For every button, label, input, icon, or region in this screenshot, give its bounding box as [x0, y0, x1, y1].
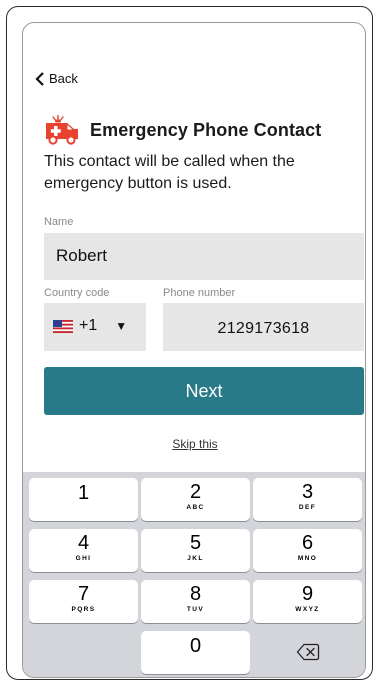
key-letters: JKL — [187, 555, 204, 562]
next-button[interactable]: Next — [44, 367, 364, 415]
numeric-keypad: 1 2 ABC 3 DEF 4 GHI 5 JKL 6 MNO 7 PQRS 8… — [23, 472, 365, 677]
key-digit: 9 — [301, 583, 314, 605]
back-label: Back — [49, 71, 78, 86]
keypad-key-1[interactable]: 1 — [29, 478, 138, 521]
key-digit: 6 — [301, 532, 314, 554]
keypad-key-0[interactable]: 0 — [141, 631, 250, 674]
skip-link[interactable]: Skip this — [23, 437, 365, 451]
keypad-key-7[interactable]: 7 PQRS — [29, 580, 138, 623]
phone-number-value: 2129173618 — [217, 320, 310, 337]
keypad-key-5[interactable]: 5 JKL — [141, 529, 250, 572]
title-row: Emergency Phone Contact — [44, 115, 321, 145]
country-code-select[interactable]: +1 ▼ — [44, 303, 146, 351]
key-digit: 4 — [77, 532, 90, 554]
key-letters: ABC — [186, 504, 205, 511]
name-label: Name — [44, 216, 74, 228]
key-digit: 5 — [189, 532, 202, 554]
name-field[interactable]: Robert — [44, 233, 364, 280]
phone-number-field[interactable]: 2129173618 — [163, 303, 364, 351]
page-subtitle: This contact will be called when the eme… — [44, 153, 295, 192]
key-digit: 3 — [301, 481, 314, 503]
chevron-left-icon — [35, 71, 44, 86]
ambulance-icon — [46, 115, 78, 145]
key-letters: TUV — [186, 606, 205, 613]
key-letters: DEF — [298, 504, 317, 511]
keypad-key-4[interactable]: 4 GHI — [29, 529, 138, 572]
name-value: Robert — [56, 246, 108, 265]
backspace-icon[interactable] — [296, 643, 320, 661]
key-digit: 0 — [189, 635, 202, 657]
key-digit: 1 — [77, 482, 90, 504]
key-letters: GHI — [75, 555, 92, 562]
back-button[interactable]: Back — [34, 71, 78, 86]
key-digit: 7 — [77, 583, 90, 605]
key-letters: PQRS — [71, 606, 96, 613]
keypad-key-9[interactable]: 9 WXYZ — [253, 580, 362, 623]
key-letters: MNO — [297, 555, 318, 562]
country-code-label: Country code — [44, 287, 110, 299]
key-letters: WXYZ — [295, 606, 320, 613]
dropdown-arrow-icon: ▼ — [115, 319, 128, 333]
app-screen: Back Emergency Phone Contact This contac… — [22, 22, 366, 678]
phone-number-label: Phone number — [163, 287, 236, 299]
country-code-value: +1 — [79, 317, 98, 334]
key-digit: 8 — [189, 583, 202, 605]
country-code-display: +1 ▼ — [53, 317, 127, 335]
keypad-key-2[interactable]: 2 ABC — [141, 478, 250, 521]
device-frame: Back Emergency Phone Contact This contac… — [6, 6, 373, 680]
page-title: Emergency Phone Contact — [90, 119, 322, 140]
key-digit: 2 — [189, 481, 202, 503]
keypad-key-8[interactable]: 8 TUV — [141, 580, 250, 623]
keypad-key-6[interactable]: 6 MNO — [253, 529, 362, 572]
us-flag-icon — [53, 319, 73, 333]
keypad-key-3[interactable]: 3 DEF — [253, 478, 362, 521]
